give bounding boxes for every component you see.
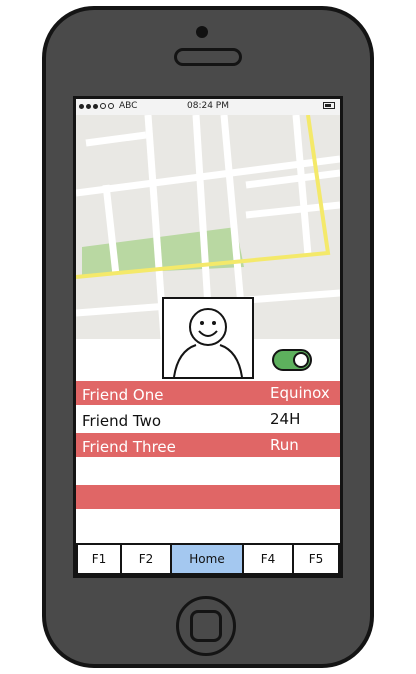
smiley-face-icon	[173, 308, 243, 378]
speaker-icon	[174, 48, 242, 66]
status-time: 08:24 PM	[187, 101, 229, 111]
toggle-knob	[293, 352, 309, 368]
friend-name: Friend Three	[82, 438, 176, 456]
toggle-switch[interactable]	[272, 349, 312, 371]
battery-icon	[323, 102, 335, 109]
friend-name: Friend One	[82, 386, 164, 404]
friend-name: Friend Two	[82, 412, 162, 430]
list-item[interactable]: Friend One Equinox	[76, 381, 340, 405]
friends-list: Friend One Equinox Friend Two 24H Friend…	[76, 381, 340, 541]
friend-activity: Run	[270, 436, 299, 454]
friend-activity: 24H	[270, 410, 301, 428]
tab-f4[interactable]: F4	[242, 543, 294, 575]
list-item[interactable]: Friend Two 24H	[76, 407, 340, 431]
camera-icon	[196, 26, 208, 38]
tab-f5[interactable]: F5	[292, 543, 340, 575]
tab-f2[interactable]: F2	[120, 543, 172, 575]
phone-screen: ABC 08:24 PM Friend One Equinox Friend T…	[73, 96, 343, 578]
list-item[interactable]	[76, 459, 340, 483]
list-item[interactable]: Friend Three Run	[76, 433, 340, 457]
list-item[interactable]	[76, 485, 340, 509]
list-item[interactable]	[76, 511, 340, 535]
tab-f1[interactable]: F1	[76, 543, 122, 575]
tab-home[interactable]: Home	[170, 543, 244, 575]
status-bar: ABC 08:24 PM	[76, 99, 340, 115]
friend-activity: Equinox	[270, 384, 330, 402]
tab-bar: F1 F2 Home F4 F5	[76, 543, 340, 575]
avatar[interactable]	[162, 297, 254, 379]
home-square-icon	[190, 610, 222, 642]
